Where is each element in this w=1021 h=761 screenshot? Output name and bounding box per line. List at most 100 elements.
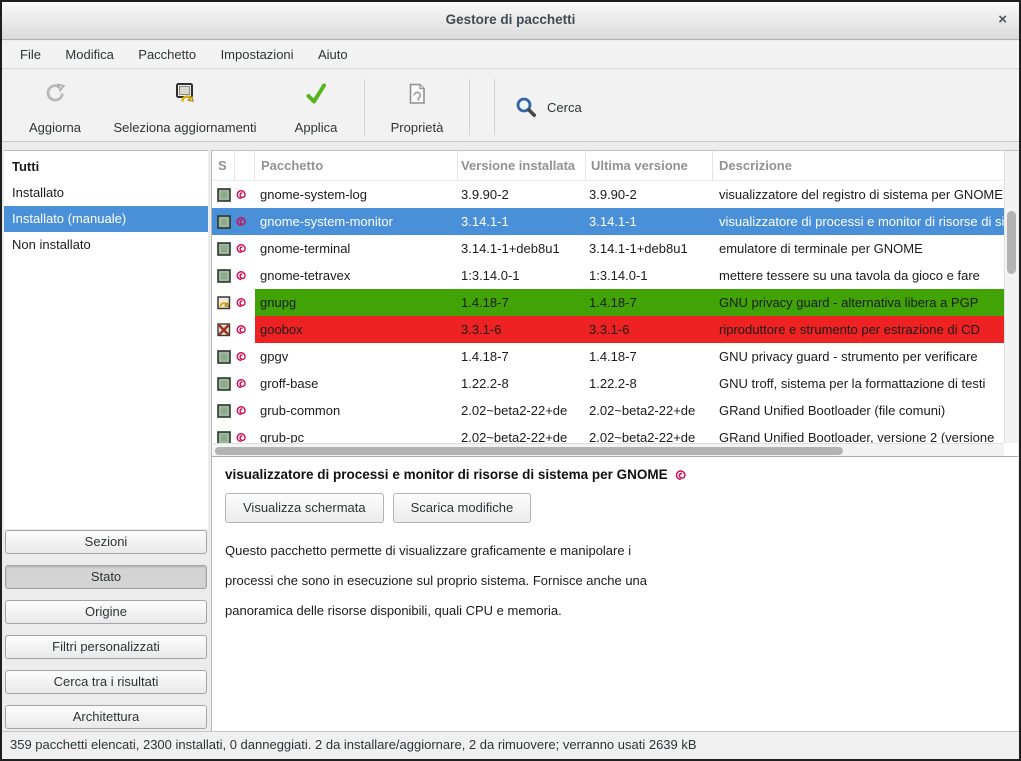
latest-version: 3.14.1-1+deb8u1: [586, 235, 713, 262]
package-description: mettere tessere su una tavola da gioco e…: [713, 262, 1004, 289]
main-area: Tutti Installato Installato (manuale) No…: [2, 143, 1019, 731]
table-row[interactable]: grub-pc 2.02~beta2-22+de 2.02~beta2-22+d…: [212, 424, 1004, 443]
table-row[interactable]: goobox 3.3.1-6 3.3.1-6 riproduttore e st…: [212, 316, 1004, 343]
column-header-package[interactable]: Pacchetto: [255, 151, 458, 180]
table-row[interactable]: groff-base 1.22.2-8 1.22.2-8 GNU troff, …: [212, 370, 1004, 397]
package-name: goobox: [255, 316, 458, 343]
latest-version: 3.3.1-6: [586, 316, 713, 343]
close-button[interactable]: ×: [998, 11, 1007, 29]
package-description: GRand Unified Bootloader (file comuni): [713, 397, 1004, 424]
menu-aiuto[interactable]: Aiuto: [308, 41, 358, 68]
status-button[interactable]: Stato: [5, 565, 207, 589]
installed-version: 1:3.14.0-1: [458, 262, 586, 289]
debian-swirl-icon: [235, 316, 255, 343]
installed-version: 3.3.1-6: [458, 316, 586, 343]
synaptic-window: Gestore di pacchetti × File Modifica Pac…: [0, 0, 1021, 761]
column-header-latest-version[interactable]: Ultima versione: [586, 151, 713, 180]
package-description: visualizzatore del registro di sistema p…: [713, 181, 1004, 208]
sidebar: Tutti Installato Installato (manuale) No…: [4, 143, 209, 731]
column-header-description[interactable]: Descrizione: [713, 151, 1004, 180]
table-row[interactable]: gpgv 1.4.18-7 1.4.18-7 GNU privacy guard…: [212, 343, 1004, 370]
reinstall-status-icon: [212, 289, 235, 316]
filter-list: Tutti Installato Installato (manuale) No…: [4, 150, 208, 529]
download-changelog-button[interactable]: Scarica modifiche: [393, 493, 532, 523]
menu-modifica[interactable]: Modifica: [55, 41, 123, 68]
latest-version: 1.22.2-8: [586, 370, 713, 397]
details-panel: visualizzatore di processi e monitor di …: [211, 456, 1018, 731]
debian-swirl-icon: [235, 424, 255, 443]
titlebar[interactable]: Gestore di pacchetti ×: [2, 2, 1019, 40]
search-label: Cerca: [547, 100, 582, 115]
toolbar-separator: [494, 79, 495, 135]
toolbar: Aggiorna Seleziona aggiornamenti Applica…: [2, 70, 1019, 142]
installed-version: 3.9.90-2: [458, 181, 586, 208]
toolbar-separator: [469, 79, 470, 135]
installed-version: 1.4.18-7: [458, 289, 586, 316]
debian-swirl-icon: [674, 468, 688, 482]
debian-swirl-icon: [235, 208, 255, 235]
filter-item-non-installato[interactable]: Non installato: [4, 232, 208, 258]
sections-button[interactable]: Sezioni: [5, 530, 207, 554]
debian-swirl-icon: [235, 262, 255, 289]
horizontal-scrollbar[interactable]: [212, 443, 1004, 457]
installed-status-icon: [212, 235, 235, 262]
menu-pacchetto[interactable]: Pacchetto: [128, 41, 206, 68]
column-header-supported[interactable]: [235, 151, 255, 180]
table-row[interactable]: gnome-tetravex 1:3.14.0-1 1:3.14.0-1 met…: [212, 262, 1004, 289]
remove-status-icon: [212, 316, 235, 343]
table-body: gnome-system-log 3.9.90-2 3.9.90-2 visua…: [212, 181, 1004, 443]
table-row[interactable]: gnome-system-log 3.9.90-2 3.9.90-2 visua…: [212, 181, 1004, 208]
installed-status-icon: [212, 262, 235, 289]
latest-version: 2.02~beta2-22+de: [586, 424, 713, 443]
custom-filters-button[interactable]: Filtri personalizzati: [5, 635, 207, 659]
installed-status-icon: [212, 397, 235, 424]
package-description: GRand Unified Bootloader, versione 2 (ve…: [713, 424, 1004, 443]
horizontal-scrollbar-thumb[interactable]: [215, 447, 843, 455]
select-upgrades-button[interactable]: Seleziona aggiornamenti: [102, 77, 268, 137]
package-description: GNU troff, sistema per la formattazione …: [713, 370, 1004, 397]
refresh-label: Aggiorna: [29, 120, 81, 135]
table-row[interactable]: gnome-system-monitor 3.14.1-1 3.14.1-1 v…: [212, 208, 1004, 235]
filter-item-installato-manuale[interactable]: Installato (manuale): [4, 206, 208, 232]
details-title-row: visualizzatore di processi e monitor di …: [225, 467, 1018, 482]
statusbar: 359 pacchetti elencati, 2300 installati,…: [2, 731, 1019, 759]
column-header-installed-version[interactable]: Versione installata: [458, 151, 586, 180]
properties-button[interactable]: Proprietà: [377, 77, 457, 137]
latest-version: 1:3.14.0-1: [586, 262, 713, 289]
apply-button[interactable]: Applica: [280, 77, 352, 137]
search-button[interactable]: Cerca: [507, 77, 590, 137]
table-row[interactable]: grub-common 2.02~beta2-22+de 2.02~beta2-…: [212, 397, 1004, 424]
table-header: S Pacchetto Versione installata Ultima v…: [212, 151, 1004, 181]
table-row[interactable]: gnupg 1.4.18-7 1.4.18-7 GNU privacy guar…: [212, 289, 1004, 316]
apply-check-icon: [303, 79, 329, 109]
latest-version: 1.4.18-7: [586, 343, 713, 370]
debian-swirl-icon: [235, 343, 255, 370]
package-description: emulatore di terminale per GNOME: [713, 235, 1004, 262]
latest-version: 3.14.1-1: [586, 208, 713, 235]
installed-status-icon: [212, 424, 235, 443]
package-description: GNU privacy guard - alternativa libera a…: [713, 289, 1004, 316]
apply-label: Applica: [295, 120, 338, 135]
filter-item-tutti[interactable]: Tutti: [4, 154, 208, 180]
package-name: gnome-terminal: [255, 235, 458, 262]
filter-item-installato[interactable]: Installato: [4, 180, 208, 206]
debian-swirl-icon: [235, 289, 255, 316]
origin-button[interactable]: Origine: [5, 600, 207, 624]
installed-version: 2.02~beta2-22+de: [458, 424, 586, 443]
details-title: visualizzatore di processi e monitor di …: [225, 467, 668, 482]
search-results-button[interactable]: Cerca tra i risultati: [5, 670, 207, 694]
menu-file[interactable]: File: [10, 41, 51, 68]
window-title: Gestore di pacchetti: [2, 12, 1019, 27]
refresh-button[interactable]: Aggiorna: [18, 77, 92, 137]
column-header-status[interactable]: S: [212, 151, 235, 180]
latest-version: 1.4.18-7: [586, 289, 713, 316]
vertical-scrollbar-thumb[interactable]: [1007, 211, 1016, 274]
description-line: panoramica delle risorse disponibili, qu…: [225, 596, 1018, 626]
table-row[interactable]: gnome-terminal 3.14.1-1+deb8u1 3.14.1-1+…: [212, 235, 1004, 262]
vertical-scrollbar[interactable]: [1004, 151, 1018, 443]
package-name: gpgv: [255, 343, 458, 370]
architecture-button[interactable]: Architettura: [5, 705, 207, 729]
statusbar-text: 359 pacchetti elencati, 2300 installati,…: [10, 737, 697, 752]
menu-impostazioni[interactable]: Impostazioni: [211, 41, 304, 68]
view-screenshot-button[interactable]: Visualizza schermata: [225, 493, 384, 523]
